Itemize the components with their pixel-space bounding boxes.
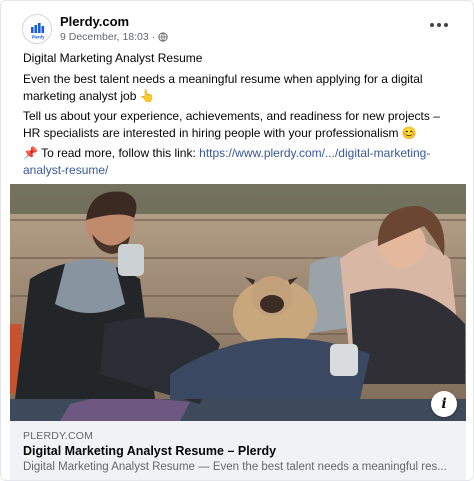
more-options-button[interactable]	[427, 15, 451, 35]
dot-icon	[437, 23, 441, 27]
post-title-text: Digital Marketing Analyst Resume	[23, 51, 203, 65]
globe-icon	[158, 32, 168, 42]
post-paragraph-3: 📌 To read more, follow this link: https:…	[23, 145, 459, 179]
post-paragraph-2: Tell us about your experience, achieveme…	[23, 108, 459, 142]
plerdy-logo-icon: Plerdy	[23, 15, 51, 43]
avatar-text: Plerdy	[32, 35, 45, 40]
post-paragraph-1: Even the best talent needs a meaningful …	[23, 71, 459, 105]
page-avatar[interactable]: Plerdy	[22, 14, 52, 44]
page-name-link[interactable]: Plerdy.com	[60, 14, 129, 29]
link-preview-image[interactable]: i	[10, 184, 466, 421]
link-title[interactable]: Digital Marketing Analyst Resume – Plerd…	[23, 444, 276, 458]
smiling-emoji-icon: 😊	[401, 126, 417, 140]
facebook-post: Plerdy Plerdy.com 9 December, 18:03 · Di…	[0, 0, 474, 481]
link-description: Digital Marketing Analyst Resume — Even …	[23, 461, 447, 473]
paragraph-3-text: To read more, follow this link:	[41, 146, 196, 160]
info-button[interactable]: i	[431, 391, 457, 417]
people-with-dog-photo	[10, 184, 466, 421]
link-domain: PLERDY.COM	[23, 430, 94, 442]
meta-separator: ·	[151, 31, 156, 43]
paragraph-1-text: Even the best talent needs a meaningful …	[23, 72, 423, 103]
paragraph-2-text: Tell us about your experience, achieveme…	[23, 109, 440, 140]
post-meta: 9 December, 18:03 ·	[60, 31, 168, 43]
post-date[interactable]: 9 December, 18:03	[60, 31, 149, 43]
dot-icon	[430, 23, 434, 27]
pointing-up-emoji-icon: 👆	[139, 89, 155, 103]
pushpin-emoji-icon: 📌	[23, 146, 38, 160]
dot-icon	[444, 23, 448, 27]
link-preview-footer[interactable]: PLERDY.COM Digital Marketing Analyst Res…	[10, 421, 466, 480]
